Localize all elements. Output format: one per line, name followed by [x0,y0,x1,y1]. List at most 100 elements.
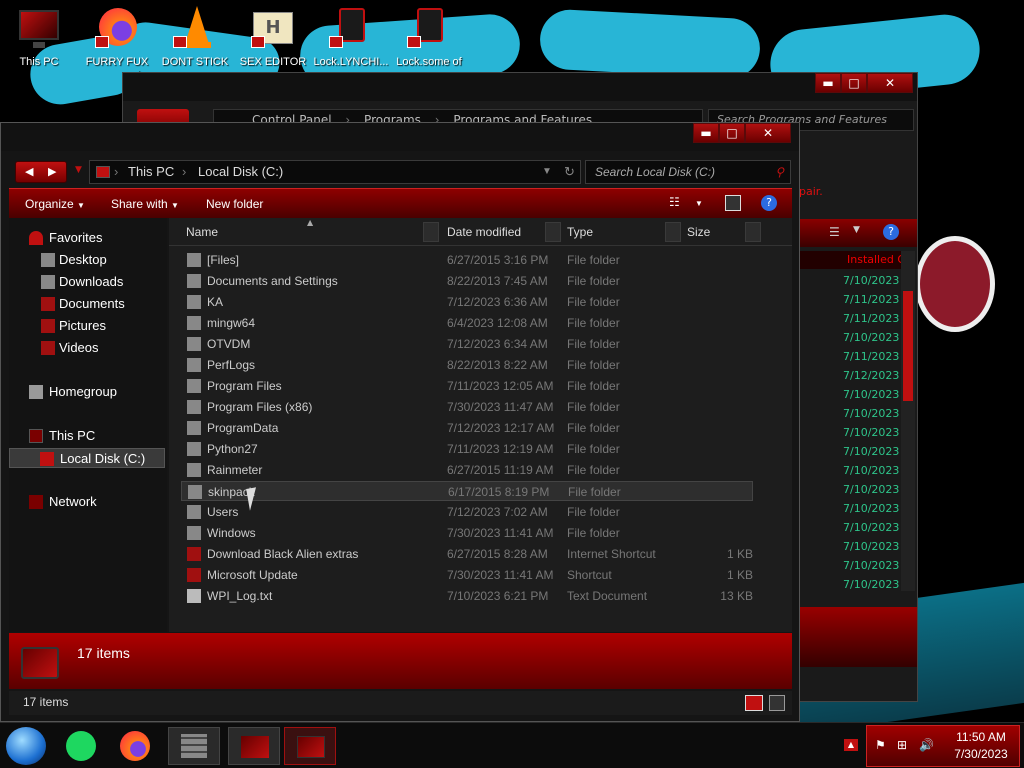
nav-pictures[interactable]: Pictures [9,316,165,336]
file-row[interactable]: Users 7/12/2023 7:02 AM File folder [181,502,753,522]
file-row[interactable]: Program Files 7/11/2023 12:05 AM File fold… [181,376,753,396]
chevron-down-icon[interactable]: ▼ [542,161,552,183]
installed-date: 7/11/2023 [843,350,900,363]
column-size[interactable]: Size [687,224,710,242]
chevron-down-icon: ▼ [77,201,85,210]
change-view-icon[interactable]: ☷ [669,195,680,209]
close-button[interactable]: ✕ [745,123,791,143]
installed-date: 7/12/2023 [843,369,900,382]
scrollbar[interactable] [901,251,915,591]
file-row[interactable]: skinpack 6/17/2015 8:19 PM File folder [181,481,753,501]
column-type[interactable]: Type [567,224,593,242]
file-row[interactable]: Download Black Alien extras 6/27/2015 8:2… [181,544,753,564]
file-row[interactable]: OTVDM 7/12/2023 6:34 AM File folder [181,334,753,354]
control-panel-icon [241,736,269,758]
desktop-icon-lock-some-of[interactable]: Lock.some of [390,6,468,68]
scrollbar-thumb[interactable] [903,291,913,401]
share-with-button[interactable]: Share with ▼ [111,197,179,211]
file-row[interactable]: Program Files (x86) 7/30/2023 11:47 AM Fil… [181,397,753,417]
file-name: WPI_Log.txt [207,589,273,603]
show-hidden-icons-button[interactable]: ▲ [844,739,858,751]
help-icon[interactable]: ? [761,195,777,211]
file-row[interactable]: Documents and Settings 8/22/2013 7:45 AM F… [181,271,753,291]
vlc-icon [173,6,217,50]
nav-documents[interactable]: Documents [9,294,165,314]
volume-icon[interactable]: 🔊 [919,738,934,752]
nav-videos[interactable]: Videos [9,338,165,358]
nav-homegroup[interactable]: Homegroup [9,382,165,402]
close-button[interactable]: ✕ [867,73,913,93]
view-icon[interactable]: ☰ [829,225,840,239]
clock[interactable]: 11:50 AM 7/30/2023 [943,729,1019,763]
taskbar-notes-app[interactable] [58,727,110,765]
address-bar[interactable]: › This PC › Local Disk (C:) ▼ ↻ [89,160,581,184]
desktop-icon-furry-fux[interactable]: FURRY FUX [78,6,156,68]
taskbar-programs-window[interactable] [228,727,280,765]
column-dropdown[interactable] [423,222,439,242]
chevron-right-icon: › [114,164,119,179]
file-size: 1 KB [726,547,753,561]
breadcrumb-local-disk[interactable]: Local Disk (C:) [198,161,283,183]
nav-local-disk[interactable]: Local Disk (C:) [9,448,165,468]
nav-network[interactable]: Network [9,492,165,512]
title-bar[interactable] [123,73,917,101]
file-date-modified: 7/11/2023 12:05 AM [447,379,554,393]
file-row[interactable]: mingw64 6/4/2023 12:08 AM File folder [181,313,753,333]
forward-arrow-icon[interactable]: ▶ [48,165,56,178]
refresh-icon[interactable]: ↻ [564,161,575,183]
search-input[interactable]: Search Local Disk (C:) ⚲ [585,160,791,184]
search-icon[interactable]: ⚲ [775,161,784,183]
clock-date: 7/30/2023 [954,747,1008,761]
desktop-icon-sex-editor[interactable]: H SEX EDITOR [234,6,312,68]
minimize-button[interactable]: ▬ [815,73,841,93]
file-row[interactable]: WPI_Log.txt 7/10/2023 6:21 PM Text Documen… [181,586,753,606]
title-bar[interactable] [1,123,799,151]
maximize-button[interactable]: □ [841,73,867,93]
nav-this-pc[interactable]: This PC [9,426,165,446]
file-row[interactable]: KA 7/12/2023 6:36 AM File folder [181,292,753,312]
column-dropdown[interactable] [545,222,561,242]
preview-pane-icon[interactable] [725,195,741,211]
status-item-count: 17 items [23,695,69,709]
new-folder-button[interactable]: New folder [206,197,263,211]
column-date-modified[interactable]: Date modified [447,224,521,242]
taskbar-firewall-app[interactable] [168,727,220,765]
nav-desktop[interactable]: Desktop [9,250,165,270]
breadcrumb-this-pc[interactable]: This PC [128,161,174,183]
taskbar-firefox[interactable] [112,727,164,765]
file-row[interactable]: PerfLogs 8/22/2013 8:22 AM File folder [181,355,753,375]
taskbar-explorer-window[interactable] [284,727,336,765]
help-icon[interactable]: ? [883,224,899,240]
column-dropdown[interactable] [745,222,761,242]
file-row[interactable]: Windows 7/30/2023 11:41 AM File folder [181,523,753,543]
column-dropdown[interactable] [665,222,681,242]
explorer-window[interactable]: ▬ □ ✕ ◀ ▶ ▼ › This PC › Local Disk (C:) … [0,122,800,722]
column-header-installed-on[interactable]: Installed O [799,251,903,269]
large-icons-view-icon[interactable] [769,695,785,711]
file-row[interactable]: ProgramData 7/12/2023 12:17 AM File folder [181,418,753,438]
chevron-down-icon[interactable]: ▼ [695,199,703,208]
chevron-down-icon[interactable]: ▼ [853,225,860,235]
nav-downloads[interactable]: Downloads [9,272,165,292]
column-name[interactable]: Name [186,224,218,242]
start-button[interactable] [6,727,46,765]
organize-button[interactable]: Organize ▼ [25,197,85,211]
file-row[interactable]: [Files] 6/27/2015 3:16 PM File folder [181,250,753,270]
desktop-icon-this-pc[interactable]: This PC [0,6,78,68]
hxd-icon: H [251,6,295,50]
back-arrow-icon[interactable]: ◀ [25,165,33,178]
desktop-icon-lock-lynchi[interactable]: Lock.LYNCHI... [312,6,390,68]
minimize-button[interactable]: ▬ [693,123,719,143]
file-row[interactable]: Microsoft Update 7/30/2023 11:41 AM Shortc… [181,565,753,585]
folder-icon [187,316,201,330]
folder-icon [187,442,201,456]
file-row[interactable]: Python27 7/11/2023 12:19 AM File folder [181,439,753,459]
nav-favorites[interactable]: Favorites [9,228,165,248]
recent-locations-chevron-icon[interactable]: ▼ [75,165,82,175]
file-row[interactable]: Rainmeter 6/27/2015 11:19 AM File folder [181,460,753,480]
network-icon[interactable]: ⊞ [897,738,907,752]
details-view-icon[interactable] [745,695,763,711]
desktop-icon-dont-stick[interactable]: DONT STICK [156,6,234,68]
maximize-button[interactable]: □ [719,123,745,143]
flag-icon[interactable]: ⚑ [875,738,886,752]
